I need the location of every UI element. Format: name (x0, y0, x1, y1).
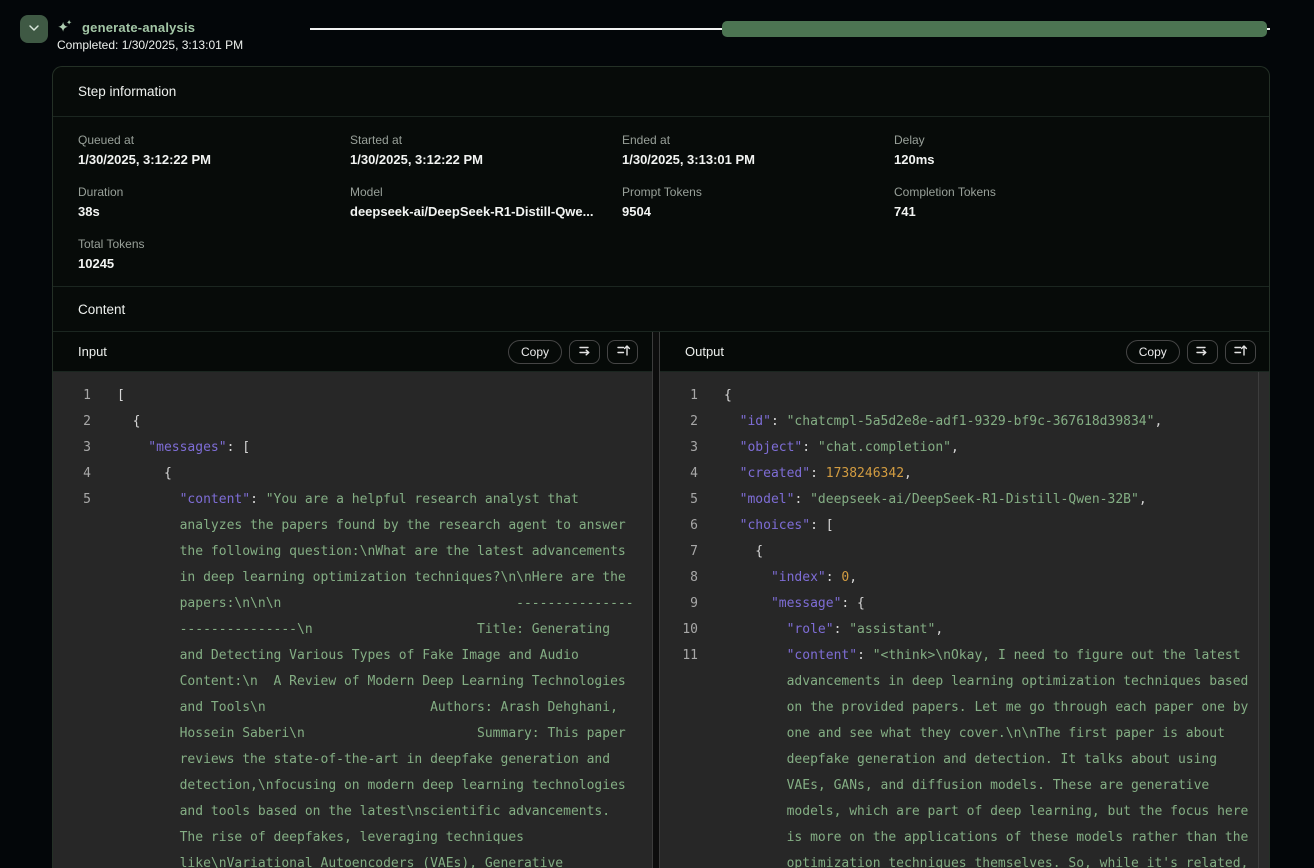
scroll-to-top-button[interactable] (607, 340, 638, 364)
step-status: Completed: 1/30/2025, 3:13:01 PM (57, 38, 243, 52)
code-line: 9"message": { (660, 591, 1258, 617)
line-number: 1 (53, 383, 91, 409)
step-header: generate-analysis Completed: 1/30/2025, … (0, 0, 1314, 60)
line-number: 3 (53, 435, 91, 461)
line-number: 3 (660, 435, 698, 461)
line-number: 10 (660, 617, 698, 643)
field-label: Model (350, 185, 622, 199)
field-value: deepseek-ai/DeepSeek-R1-Distill-Qwe... (350, 204, 622, 219)
info-field: Queued at 1/30/2025, 3:12:22 PM (78, 133, 350, 167)
field-value: 1/30/2025, 3:13:01 PM (622, 152, 894, 167)
info-field: Ended at 1/30/2025, 3:13:01 PM (622, 133, 894, 167)
scroll-to-top-button[interactable] (1225, 340, 1256, 364)
field-value: 1/30/2025, 3:12:22 PM (350, 152, 622, 167)
field-label: Prompt Tokens (622, 185, 894, 199)
wrap-text-icon (1194, 342, 1210, 361)
content-section-header: Content (53, 286, 1269, 332)
panel-title: Input (78, 344, 508, 359)
code-line: 5"content": "You are a helpful research … (53, 487, 652, 868)
field-label: Completion Tokens (894, 185, 1244, 199)
field-value: 120ms (894, 152, 1244, 167)
code-line: 3"object": "chat.completion", (660, 435, 1258, 461)
scroll-to-top-icon (615, 342, 631, 361)
line-number: 2 (53, 409, 91, 435)
collapse-step-button[interactable] (20, 15, 48, 43)
section-title: Content (78, 302, 125, 317)
code-line: 8"index": 0, (660, 565, 1258, 591)
panel-divider (652, 332, 660, 868)
panel-title: Output (685, 344, 1126, 359)
code-line: 2"id": "chatcmpl-5a5d2e8e-adf1-9329-bf9c… (660, 409, 1258, 435)
code-line: 1{ (660, 383, 1258, 409)
wrap-text-button[interactable] (1187, 340, 1218, 364)
code-line: 11"content": "<think>\nOkay, I need to f… (660, 643, 1258, 868)
info-field: Delay 120ms (894, 133, 1244, 167)
code-line: 4{ (53, 461, 652, 487)
field-label: Total Tokens (78, 237, 350, 251)
code-line: 4"created": 1738246342, (660, 461, 1258, 487)
code-line: 2{ (53, 409, 652, 435)
step-title: generate-analysis (82, 20, 195, 35)
field-label: Queued at (78, 133, 350, 147)
line-number: 4 (660, 461, 698, 487)
step-information-header: Step information (53, 67, 1269, 117)
step-details-card: Step information Queued at 1/30/2025, 3:… (52, 66, 1270, 868)
code-line: 6"choices": [ (660, 513, 1258, 539)
output-panel: Output Copy 1{2"id": "c (660, 332, 1270, 868)
timeline-span-bar[interactable] (722, 21, 1267, 37)
copy-button[interactable]: Copy (508, 340, 562, 364)
field-label: Ended at (622, 133, 894, 147)
line-number: 5 (660, 487, 698, 513)
info-field: Duration 38s (78, 185, 350, 219)
field-label: Duration (78, 185, 350, 199)
info-field: Prompt Tokens 9504 (622, 185, 894, 219)
code-line: 3"messages": [ (53, 435, 652, 461)
field-label: Started at (350, 133, 622, 147)
line-number: 1 (660, 383, 698, 409)
chevron-down-icon (26, 20, 42, 39)
field-value: 9504 (622, 204, 894, 219)
line-number: 6 (660, 513, 698, 539)
field-value: 10245 (78, 256, 350, 271)
info-field: Total Tokens 10245 (78, 237, 350, 271)
output-code-wrap: 1{2"id": "chatcmpl-5a5d2e8e-adf1-9329-bf… (660, 372, 1270, 868)
field-value: 741 (894, 204, 1244, 219)
output-code-editor[interactable]: 1{2"id": "chatcmpl-5a5d2e8e-adf1-9329-bf… (660, 372, 1258, 868)
line-number: 4 (53, 461, 91, 487)
code-line: 1[ (53, 383, 652, 409)
code-line: 10"role": "assistant", (660, 617, 1258, 643)
copy-button[interactable]: Copy (1126, 340, 1180, 364)
info-field: Started at 1/30/2025, 3:12:22 PM (350, 133, 622, 167)
wrap-text-icon (577, 342, 593, 361)
field-value: 1/30/2025, 3:12:22 PM (78, 152, 350, 167)
line-number: 11 (660, 643, 698, 868)
line-number: 9 (660, 591, 698, 617)
trace-step-view: generate-analysis Completed: 1/30/2025, … (0, 0, 1314, 868)
code-line: 5"model": "deepseek-ai/DeepSeek-R1-Disti… (660, 487, 1258, 513)
code-line: 7{ (660, 539, 1258, 565)
section-title: Step information (78, 84, 176, 99)
field-value: 38s (78, 204, 350, 219)
line-number: 8 (660, 565, 698, 591)
step-information-grid: Queued at 1/30/2025, 3:12:22 PM Started … (53, 117, 1269, 286)
content-columns: Input Copy 1[2{3"messag (53, 332, 1269, 868)
info-field: Completion Tokens 741 (894, 185, 1244, 219)
line-number: 7 (660, 539, 698, 565)
scroll-to-top-icon (1232, 342, 1248, 361)
line-number: 5 (53, 487, 91, 868)
vertical-scrollbar[interactable] (1258, 372, 1270, 868)
input-code-editor[interactable]: 1[2{3"messages": [4{5"content": "You are… (53, 372, 652, 868)
field-label: Delay (894, 133, 1244, 147)
wrap-text-button[interactable] (569, 340, 600, 364)
output-panel-header: Output Copy (660, 332, 1270, 372)
info-field: Model deepseek-ai/DeepSeek-R1-Distill-Qw… (350, 185, 622, 219)
input-panel: Input Copy 1[2{3"messag (53, 332, 652, 868)
input-code-wrap: 1[2{3"messages": [4{5"content": "You are… (53, 372, 652, 868)
line-number: 2 (660, 409, 698, 435)
sparkles-icon (56, 19, 73, 36)
input-panel-header: Input Copy (53, 332, 652, 372)
